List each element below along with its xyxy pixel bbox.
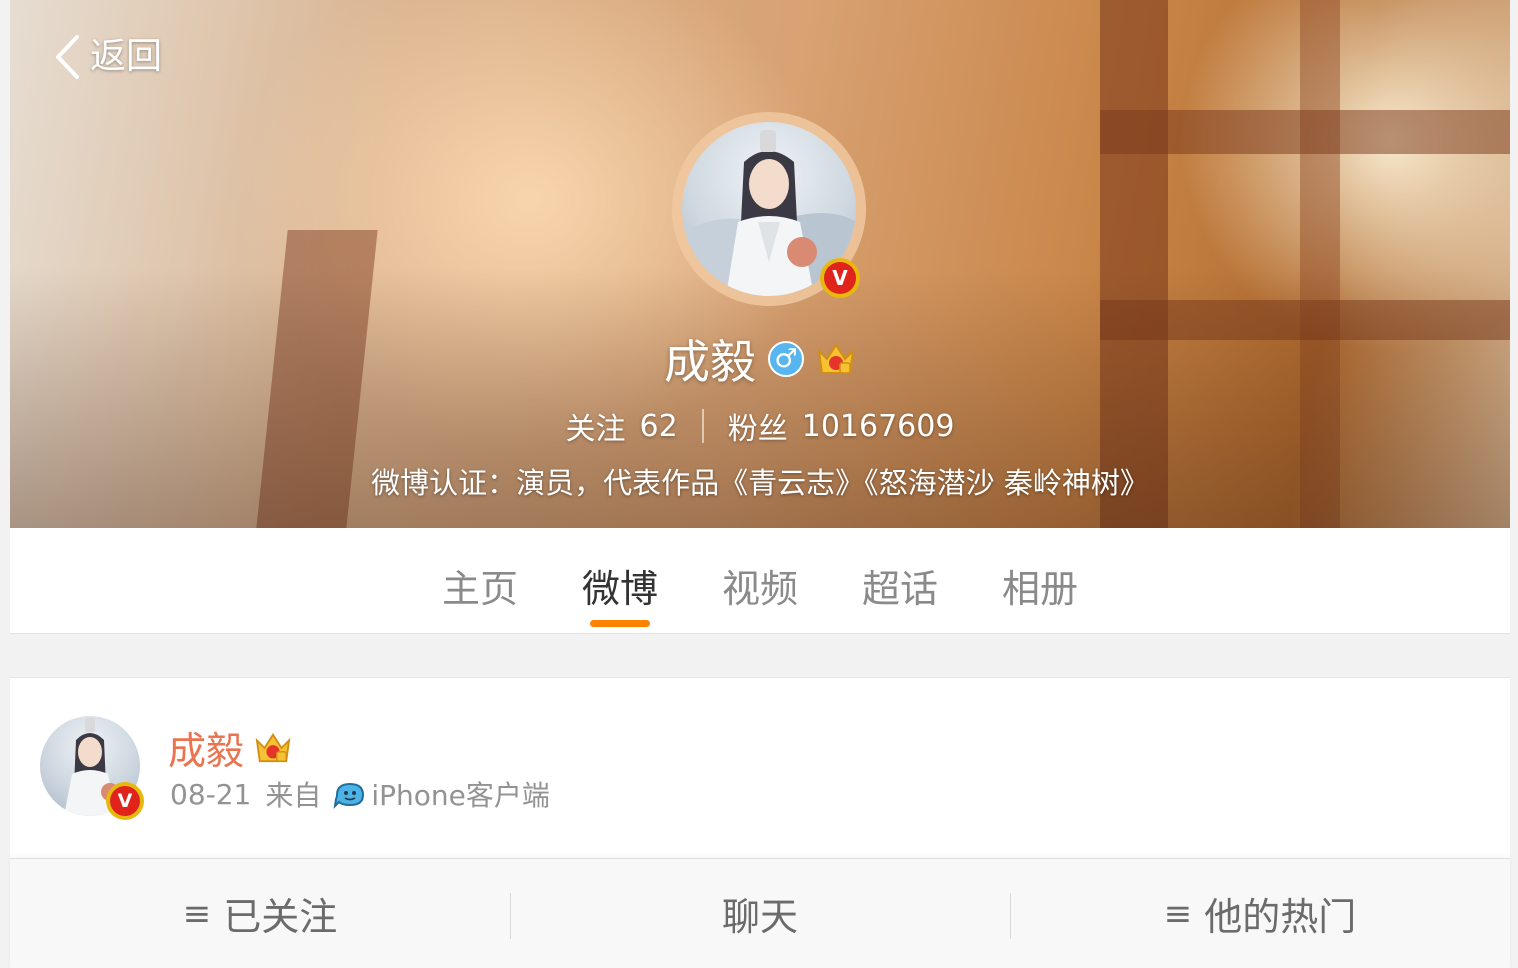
- active-tab-indicator: [590, 620, 650, 627]
- his-hot-label: 他的热门: [1204, 895, 1357, 939]
- tab-weibo[interactable]: 微博: [582, 558, 658, 613]
- followers-label[interactable]: 粉丝: [728, 404, 788, 448]
- back-label: 返回: [90, 36, 163, 77]
- vip-crown-icon: [817, 343, 855, 374]
- vip-crown-icon: [255, 732, 291, 762]
- post-from-label: 来自: [265, 779, 322, 812]
- verified-v-icon: V: [820, 258, 860, 298]
- profile-tabs: 主页 微博 视频 超话 相册: [10, 528, 1510, 634]
- tab-home[interactable]: 主页: [442, 558, 518, 613]
- profile-name: 成毅: [664, 335, 756, 389]
- menu-icon: ≡: [1163, 893, 1193, 934]
- weibo-profile-page: 返回 V 成毅 ♂ 关注 62 粉丝 10167609 微博认证：演员，代表作品…: [0, 0, 1518, 968]
- back-button[interactable]: 返回: [54, 34, 162, 80]
- post-author-name[interactable]: 成毅: [168, 720, 244, 775]
- following-count[interactable]: 62: [640, 409, 678, 444]
- post-client[interactable]: iPhone客户端: [371, 774, 550, 814]
- post-author-row: 成毅: [168, 720, 292, 775]
- following-label[interactable]: 关注: [566, 404, 626, 448]
- following-status-label: 已关注: [223, 895, 338, 939]
- back-chevron-icon: [56, 35, 79, 79]
- profile-name-row: 成毅 ♂: [10, 326, 1510, 392]
- iphone-client-icon: [333, 782, 365, 809]
- profile-stats: 关注 62 粉丝 10167609: [10, 404, 1510, 448]
- following-status-button[interactable]: ≡ 已关注: [10, 859, 510, 968]
- verification-text: 微博认证：演员，代表作品《青云志》《怒海潜沙 秦岭神树》: [371, 466, 1149, 500]
- profile-cover: 返回 V 成毅 ♂ 关注 62 粉丝 10167609 微博认证：演员，代表作品…: [10, 0, 1510, 528]
- followers-count[interactable]: 10167609: [802, 409, 955, 444]
- tab-super-topic[interactable]: 超话: [862, 558, 938, 613]
- tab-album[interactable]: 相册: [1002, 558, 1078, 613]
- tab-video[interactable]: 视频: [722, 558, 798, 613]
- post-time: 08-21: [170, 777, 252, 811]
- profile-avatar[interactable]: V: [672, 112, 866, 306]
- chat-button[interactable]: 聊天: [510, 859, 1010, 968]
- menu-icon: ≡: [182, 893, 212, 934]
- chat-label: 聊天: [721, 895, 798, 939]
- his-hot-button[interactable]: ≡ 他的热门: [1010, 859, 1510, 968]
- verified-v-icon: V: [106, 782, 144, 820]
- male-gender-icon: ♂: [768, 341, 804, 377]
- post-meta: 08-21 来自 iPhone客户端: [170, 774, 550, 814]
- cover-decoration: [1100, 110, 1510, 154]
- stats-divider: [701, 409, 704, 443]
- bottom-action-bar: ≡ 已关注 聊天 ≡ 他的热门: [10, 858, 1510, 968]
